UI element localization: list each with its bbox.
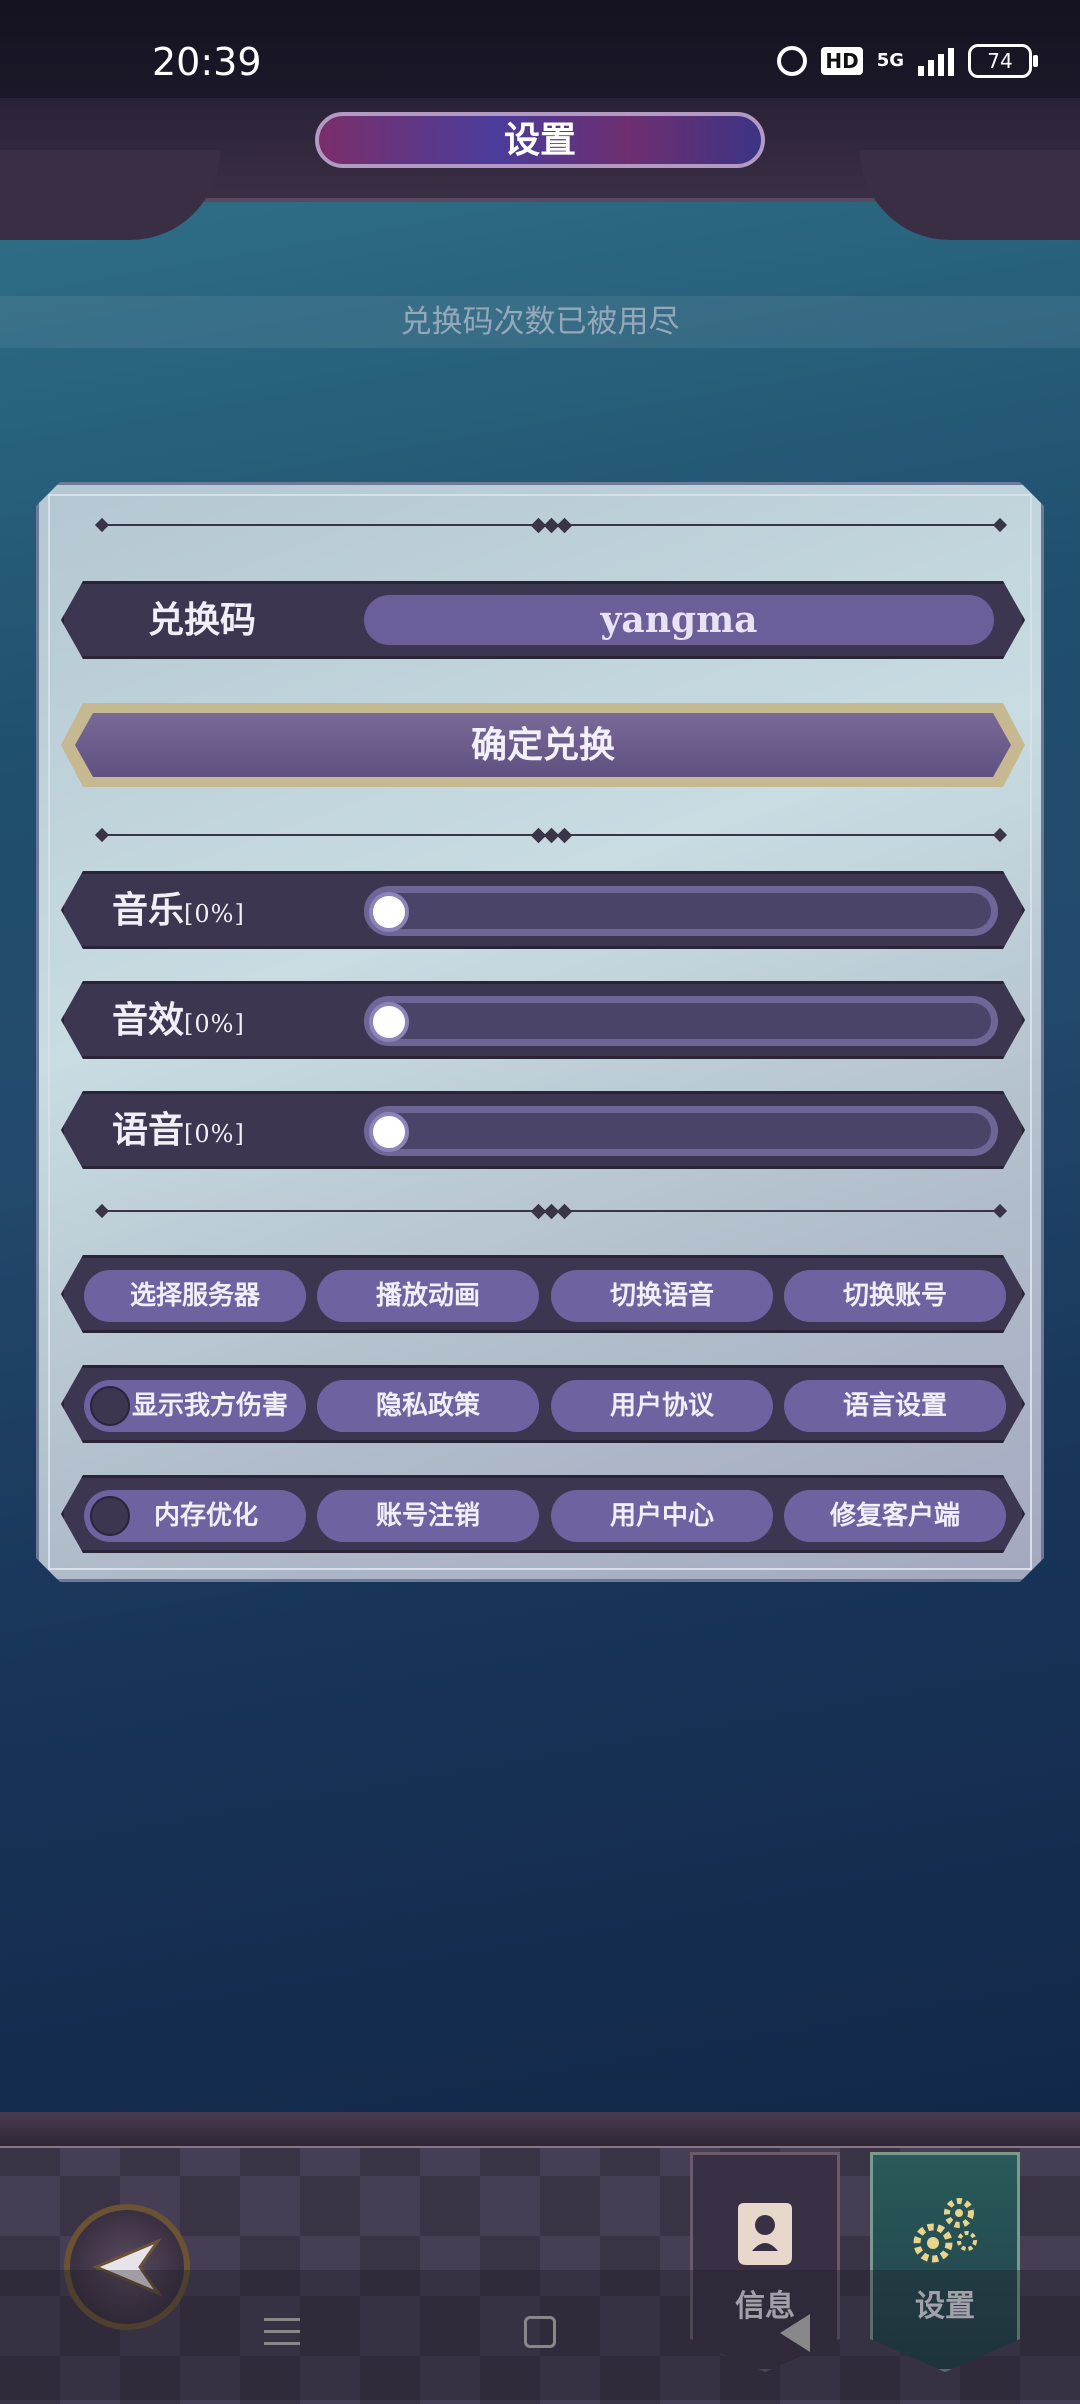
toggle-indicator-icon [90, 1496, 130, 1536]
voice-slider-thumb[interactable] [369, 1112, 409, 1152]
music-volume-row: 音乐[0%] [61, 871, 1025, 949]
delete-account-button[interactable]: 账号注销 [317, 1490, 539, 1542]
options-row-2: 显示我方伤害 隐私政策 用户协议 语言设置 [61, 1365, 1025, 1443]
user-center-button[interactable]: 用户中心 [551, 1490, 773, 1542]
status-icons: HD 5G 74 [777, 44, 1038, 78]
show-damage-label: 显示我方伤害 [132, 1391, 289, 1421]
memory-optimize-label: 内存优化 [154, 1501, 259, 1531]
switch-account-button[interactable]: 切换账号 [784, 1270, 1006, 1322]
music-label: 音乐[0%] [112, 889, 245, 931]
sfx-volume-slider[interactable] [364, 996, 998, 1046]
scroll-icon [738, 2203, 792, 2265]
network-type: 5G [876, 50, 904, 71]
status-time: 20:39 [152, 40, 262, 84]
privacy-policy-button[interactable]: 隐私政策 [317, 1380, 539, 1432]
voice-volume-row: 语音[0%] [61, 1091, 1025, 1169]
voice-volume-slider[interactable] [364, 1106, 998, 1156]
settings-panel: 兑换码 yangma 确定兑换 音乐[0%] 音效[0%] 语音[0%] 选择服… [36, 482, 1044, 1582]
redeem-code-input[interactable]: yangma [364, 595, 994, 645]
home-icon[interactable] [524, 2316, 556, 2348]
language-settings-button[interactable]: 语言设置 [784, 1380, 1006, 1432]
confirm-redeem-label: 确定兑换 [75, 713, 1011, 777]
battery-icon: 74 [968, 44, 1038, 78]
repair-client-button[interactable]: 修复客户端 [784, 1490, 1006, 1542]
options-row-1: 选择服务器 播放动画 切换语音 切换账号 [61, 1255, 1025, 1333]
gear-icon [913, 2198, 977, 2263]
switch-voice-button[interactable]: 切换语音 [551, 1270, 773, 1322]
memory-optimize-toggle[interactable]: 内存优化 [84, 1490, 306, 1542]
status-bar: 20:39 HD 5G 74 [0, 0, 1080, 108]
notice-banner: 兑换码次数已被用尽 [0, 296, 1080, 348]
voice-label: 语音[0%] [112, 1109, 245, 1151]
signal-icon [918, 46, 954, 76]
sfx-label: 音效[0%] [112, 999, 245, 1041]
show-damage-toggle[interactable]: 显示我方伤害 [84, 1380, 306, 1432]
ornament-divider [97, 825, 1005, 845]
toggle-indicator-icon [90, 1386, 130, 1426]
redeem-code-label: 兑换码 [148, 599, 257, 641]
music-volume-slider[interactable] [364, 886, 998, 936]
confirm-redeem-button[interactable]: 确定兑换 [61, 703, 1025, 787]
page-title: 设置 [315, 112, 765, 168]
alarm-icon [777, 46, 808, 76]
sfx-slider-thumb[interactable] [369, 1002, 409, 1042]
user-agreement-button[interactable]: 用户协议 [551, 1380, 773, 1432]
select-server-button[interactable]: 选择服务器 [84, 1270, 306, 1322]
sfx-volume-row: 音效[0%] [61, 981, 1025, 1059]
hd-badge: HD [821, 47, 863, 75]
ornament-divider [97, 515, 1005, 535]
ornament-divider [97, 1201, 1005, 1221]
redeem-code-row: 兑换码 yangma [61, 581, 1025, 659]
bottom-ornament [0, 2112, 1080, 2148]
music-slider-thumb[interactable] [369, 892, 409, 932]
play-animation-button[interactable]: 播放动画 [317, 1270, 539, 1322]
nav-back-icon[interactable] [780, 2314, 810, 2352]
options-row-3: 内存优化 账号注销 用户中心 修复客户端 [61, 1475, 1025, 1553]
recent-apps-icon[interactable] [264, 2318, 300, 2345]
